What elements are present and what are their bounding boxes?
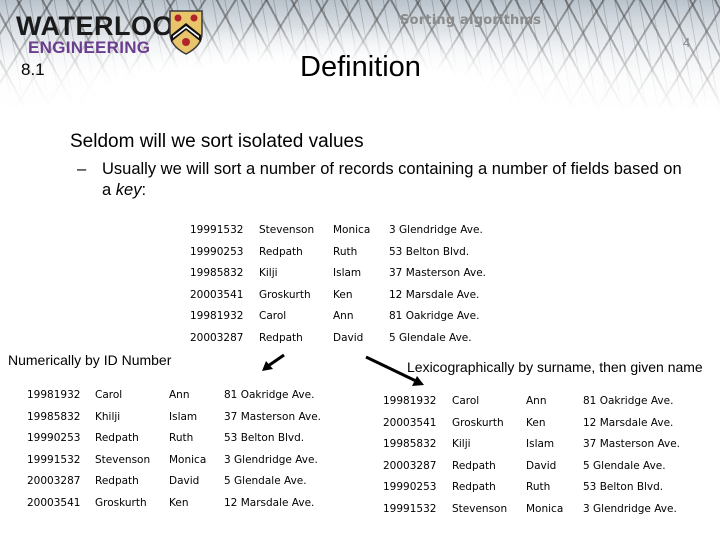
address-cell: 3 Glendridge Ave. <box>224 453 318 466</box>
surname-cell: Kilji <box>452 438 471 451</box>
university-crest-icon <box>169 10 203 55</box>
address-cell: 81 Oakridge Ave. <box>224 389 315 401</box>
given-name-cell: Monica <box>169 453 207 466</box>
bullet-sub-text: Usually we will sort a number of records… <box>102 159 682 201</box>
id-cell: 19985832 <box>27 410 81 423</box>
given-name-cell: Monica <box>333 224 371 236</box>
surname-cell: Stevenson <box>95 453 151 466</box>
page-number: 4 <box>683 35 691 50</box>
id-cell: 19981932 <box>190 310 244 323</box>
numeric-sort-caption: Numerically by ID Number <box>8 352 172 368</box>
id-cell: 19990253 <box>27 432 81 445</box>
given-name-cell: Monica <box>526 503 564 515</box>
given-name-cell: Ken <box>526 416 546 429</box>
given-name-cell: David <box>526 459 557 472</box>
id-cell: 20003541 <box>190 288 244 301</box>
id-cell: 20003287 <box>190 332 244 344</box>
surname-cell: Kilji <box>259 267 278 280</box>
id-cell: 20003287 <box>383 459 437 472</box>
running-title: Sorting algorithms <box>400 13 542 28</box>
address-cell: 5 Glendale Ave. <box>583 459 666 472</box>
given-name-cell: Ruth <box>169 432 194 445</box>
address-cell: 37 Masterson Ave. <box>224 410 322 423</box>
surname-cell: Groskurth <box>259 288 311 301</box>
surname-cell: Redpath <box>95 432 139 445</box>
address-cell: 81 Oakridge Ave. <box>583 395 674 407</box>
address-cell: 12 Marsdale Ave. <box>389 288 480 301</box>
id-cell: 20003541 <box>383 416 437 429</box>
bullet-sub-suffix: : <box>141 181 147 199</box>
id-cell: 20003541 <box>27 497 81 509</box>
given-name-cell: Ann <box>169 389 190 401</box>
arrow-to-numeric-icon <box>262 353 285 371</box>
id-cell: 19990253 <box>383 481 437 494</box>
lexicographic-sort-caption: Lexicographically by surname, then given… <box>407 359 703 375</box>
surname-cell: Khilji <box>95 410 121 423</box>
address-cell: 37 Masterson Ave. <box>583 438 681 451</box>
bullet-sub-key: key <box>115 181 142 199</box>
surname-cell: Carol <box>452 395 480 407</box>
given-name-cell: Ruth <box>333 245 358 258</box>
surname-cell: Carol <box>95 389 123 401</box>
address-cell: 5 Glendale Ave. <box>224 475 307 488</box>
bullet-main: Seldom will we sort isolated values <box>70 131 364 152</box>
surname-cell: Stevenson <box>259 224 315 236</box>
given-name-cell: Ruth <box>526 481 551 494</box>
surname-cell: Groskurth <box>452 416 504 429</box>
id-cell: 19991532 <box>383 503 437 515</box>
id-cell: 19990253 <box>190 245 244 258</box>
address-cell: 53 Belton Blvd. <box>389 245 470 258</box>
id-cell: 19991532 <box>27 453 81 466</box>
address-cell: 3 Glendridge Ave. <box>389 224 483 236</box>
slide-title: Definition <box>300 51 421 83</box>
surname-cell: Redpath <box>95 475 139 488</box>
surname-cell: Redpath <box>259 245 303 258</box>
surname-cell: Stevenson <box>452 503 508 515</box>
given-name-cell: Islam <box>526 438 555 451</box>
given-name-cell: David <box>333 332 364 344</box>
address-cell: 53 Belton Blvd. <box>583 481 664 494</box>
id-cell: 19991532 <box>190 224 244 236</box>
given-name-cell: Ken <box>333 288 353 301</box>
id-cell: 20003287 <box>27 475 81 488</box>
address-cell: 37 Masterson Ave. <box>389 267 487 280</box>
surname-cell: Redpath <box>452 481 496 494</box>
id-cell: 19981932 <box>27 389 81 401</box>
given-name-cell: Islam <box>169 410 198 423</box>
surname-cell: Carol <box>259 310 287 323</box>
given-name-cell: Islam <box>333 267 362 280</box>
id-cell: 19985832 <box>383 438 437 451</box>
address-cell: 12 Marsdale Ave. <box>224 497 315 509</box>
surname-cell: Redpath <box>452 459 496 472</box>
address-cell: 53 Belton Blvd. <box>224 432 305 445</box>
surname-cell: Redpath <box>259 332 303 344</box>
address-cell: 12 Marsdale Ave. <box>583 416 674 429</box>
surname-cell: Groskurth <box>95 497 147 509</box>
address-cell: 5 Glendale Ave. <box>389 332 472 344</box>
given-name-cell: David <box>169 475 200 488</box>
logo-engineering: ENGINEERING <box>28 38 151 57</box>
given-name-cell: Ann <box>526 395 547 407</box>
id-cell: 19981932 <box>383 395 437 407</box>
bullet-sub-prefix: Usually we will sort a number of records… <box>102 160 682 199</box>
address-cell: 3 Glendridge Ave. <box>583 503 677 515</box>
given-name-cell: Ken <box>169 497 189 509</box>
bullet-dash: – <box>77 160 87 178</box>
given-name-cell: Ann <box>333 310 354 323</box>
section-number: 8.1 <box>21 60 45 79</box>
address-cell: 81 Oakridge Ave. <box>389 310 480 323</box>
id-cell: 19985832 <box>190 267 244 280</box>
